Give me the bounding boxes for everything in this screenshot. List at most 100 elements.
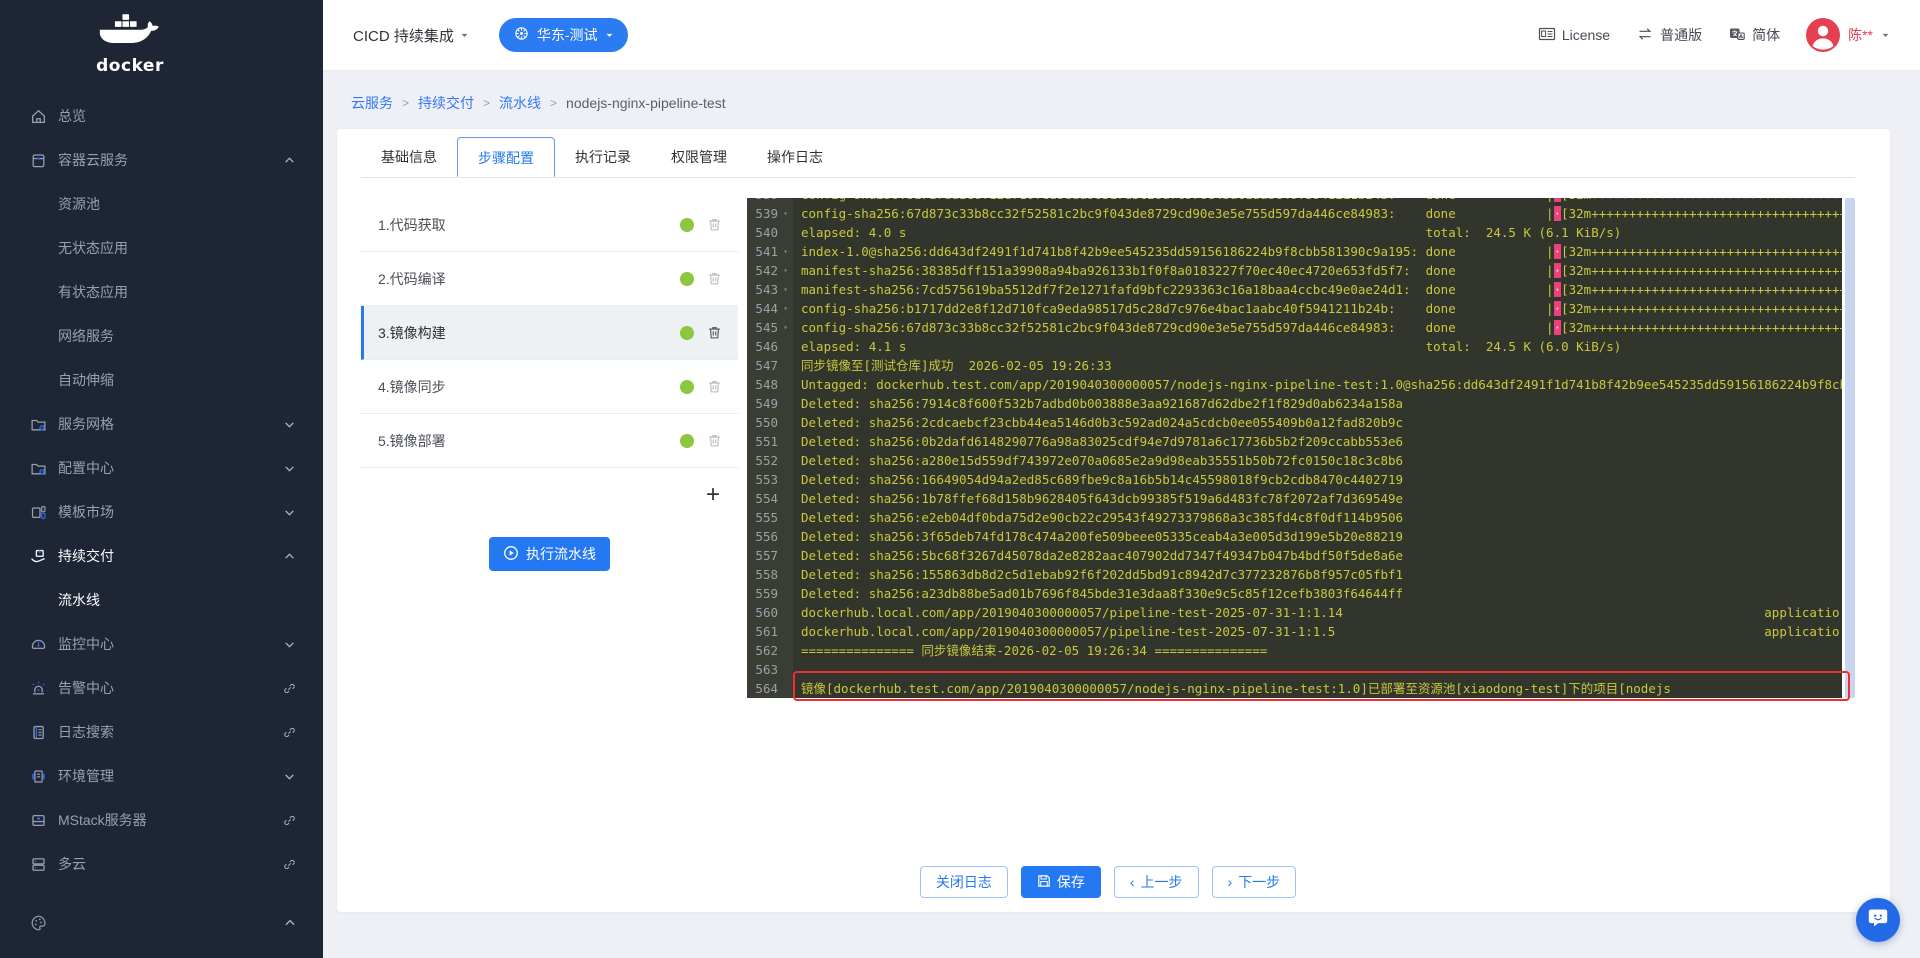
- delete-step-icon[interactable]: [707, 433, 722, 448]
- step-label: 2.代码编译: [378, 270, 446, 287]
- log-line-number: 553: [747, 470, 793, 489]
- log-line-number: 557: [747, 546, 793, 565]
- sidebar-item-环境管理[interactable]: 环境管理: [0, 754, 323, 798]
- sidebar-item-配置中心[interactable]: 配置中心: [0, 446, 323, 490]
- play-circle-icon: [503, 545, 519, 564]
- delete-step-icon[interactable]: [707, 379, 722, 394]
- sidebar-item-有状态应用[interactable]: 有状态应用: [0, 270, 323, 314]
- log-line-number: 540: [747, 223, 793, 242]
- user-menu[interactable]: 陈**: [1806, 18, 1890, 52]
- breadcrumb-item-流水线[interactable]: 流水线: [499, 93, 541, 113]
- sidebar-item-模板市场[interactable]: 模板市场: [0, 490, 323, 534]
- fold-caret-icon: ▾: [783, 247, 788, 256]
- tab-权限管理[interactable]: 权限管理: [651, 137, 747, 177]
- external-link-icon: [283, 813, 297, 827]
- cluster-name: 华东-测试: [536, 27, 598, 43]
- app-root: docker 总览 容器云服务 资源池 无状态应用 有状态应用 网络服务 自动伸缩 服务网格配…: [0, 0, 1920, 958]
- sidebar-item-label: 流水线: [58, 592, 100, 608]
- log-line-text: =============== 同步镜像结束-2026-02-05 19:26:…: [801, 643, 1268, 658]
- sidebar-item-监控中心[interactable]: 监控中心: [0, 622, 323, 666]
- log-terminal[interactable]: 538▾config-sha256:b1717dd2e8f12d710fca9e…: [747, 198, 1842, 698]
- license-card-icon: [1538, 25, 1556, 46]
- sidebar-item-资源池[interactable]: 资源池: [0, 182, 323, 226]
- sidebar-item-容器云服务[interactable]: 容器云服务: [0, 138, 323, 182]
- license-menu-item[interactable]: License: [1538, 25, 1610, 46]
- log-terminal-wrap: 538▾config-sha256:b1717dd2e8f12d710fca9e…: [747, 198, 1855, 701]
- step-config-panel: 1.代码获取 2.代码编译 3.镜像构建 4.镜像同步 5.镜像部署 + 执行流水线 5…: [361, 198, 1855, 701]
- add-step-button[interactable]: +: [706, 483, 720, 507]
- external-link-icon: [283, 681, 297, 695]
- external-link-icon: [283, 857, 297, 871]
- step-row-5.镜像部署[interactable]: 5.镜像部署: [361, 414, 738, 468]
- tab-bar: 基础信息 步骤配置 执行记录 权限管理 操作日志: [361, 137, 1855, 178]
- template-icon: [30, 504, 47, 521]
- sidebar-item-服务网格[interactable]: 服务网格: [0, 402, 323, 446]
- add-step-row: +: [361, 468, 738, 523]
- tab-基础信息[interactable]: 基础信息: [361, 137, 457, 177]
- close-log-button[interactable]: 关闭日志: [919, 866, 1008, 898]
- sidebar-item-持续交付[interactable]: 持续交付: [0, 534, 323, 578]
- user-avatar: [1806, 18, 1841, 52]
- chevron-down-icon: [605, 31, 614, 40]
- sidebar-item-无状态应用[interactable]: 无状态应用: [0, 226, 323, 270]
- sidebar-item-MStack服务器[interactable]: MStack服务器: [0, 798, 323, 842]
- step-label: 3.镜像构建: [378, 324, 446, 341]
- sidebar-item-网络服务[interactable]: 网络服务: [0, 314, 323, 358]
- breadcrumb-item-云服务[interactable]: 云服务: [351, 93, 393, 113]
- sidebar-item-label: 配置中心: [58, 460, 114, 476]
- sidebar-item-日志搜索[interactable]: 日志搜索: [0, 710, 323, 754]
- log-line-text: index-1.0@sha256:dd643df2491f1d741b8f42b…: [801, 244, 1842, 259]
- sidebar-collapse-icon[interactable]: [283, 916, 297, 935]
- sidebar-item-label: 告警中心: [58, 680, 114, 696]
- next-step-label: 下一步: [1238, 874, 1281, 890]
- theme-palette-icon[interactable]: [30, 914, 48, 937]
- sidebar-item-label: 多云: [58, 856, 86, 872]
- folder-gear-icon: [30, 460, 47, 477]
- step-row-2.代码编译[interactable]: 2.代码编译: [361, 252, 738, 306]
- ansi-escape-block: ·: [1553, 198, 1562, 202]
- step-row-4.镜像同步[interactable]: 4.镜像同步: [361, 360, 738, 414]
- product-menu-dropdown[interactable]: CICD 持续集成: [353, 25, 469, 46]
- cluster-selector-button[interactable]: 华东-测试: [498, 18, 628, 52]
- ansi-escape-block: ·: [1553, 301, 1562, 316]
- log-line-number: 562: [747, 641, 793, 660]
- sidebar-item-流水线[interactable]: 流水线: [0, 578, 323, 622]
- run-pipeline-button[interactable]: 执行流水线: [489, 537, 610, 571]
- language-switch-item[interactable]: 简体: [1728, 25, 1780, 46]
- monitor-icon: [30, 636, 47, 653]
- delete-step-icon[interactable]: [707, 325, 722, 340]
- status-dot-green: [680, 433, 694, 448]
- sidebar-item-总览[interactable]: 总览: [0, 94, 323, 138]
- delete-step-icon[interactable]: [707, 217, 722, 232]
- step-row-1.代码获取[interactable]: 1.代码获取: [361, 198, 738, 252]
- sidebar-item-多云[interactable]: 多云: [0, 842, 323, 886]
- chevron-right-icon: ›: [1227, 874, 1233, 890]
- log-line-number: 556: [747, 527, 793, 546]
- save-button[interactable]: 保存: [1020, 866, 1101, 898]
- username: 陈**: [1848, 27, 1873, 43]
- log-line-number: 542 ▾: [747, 261, 793, 280]
- step-row-3.镜像构建[interactable]: 3.镜像构建: [361, 306, 738, 360]
- swap-arrows-icon: [1636, 25, 1654, 46]
- breadcrumb-item-持续交付[interactable]: 持续交付: [418, 93, 474, 113]
- sidebar-item-告警中心[interactable]: 告警中心: [0, 666, 323, 710]
- sidebar-item-自动伸缩[interactable]: 自动伸缩: [0, 358, 323, 402]
- log-line-562: 562 =============== 同步镜像结束-2026-02-05 19:…: [747, 641, 1842, 660]
- delivery-icon: [30, 548, 47, 565]
- edition-switch-item[interactable]: 普通版: [1636, 25, 1702, 46]
- next-step-button[interactable]: › 下一步: [1211, 866, 1297, 898]
- log-line-text: config-sha256:67d873c33b8cc32f52581c2bc9…: [801, 206, 1842, 221]
- terminal-scrollbar[interactable]: [1845, 198, 1855, 698]
- breadcrumb-separator: >: [483, 96, 491, 110]
- tab-操作日志[interactable]: 操作日志: [747, 137, 843, 177]
- prev-step-button[interactable]: ‹ 上一步: [1113, 866, 1199, 898]
- language-label: 简体: [1752, 27, 1781, 43]
- tab-步骤配置[interactable]: 步骤配置: [457, 137, 555, 177]
- tab-执行记录[interactable]: 执行记录: [555, 137, 651, 177]
- status-dot-green: [680, 217, 694, 232]
- log-line-540: 540 elapsed: 4.0 s total: 24.5 K (6.1 KiB…: [747, 223, 1842, 242]
- sidebar-item-label: 网络服务: [58, 328, 114, 344]
- delete-step-icon[interactable]: [707, 271, 722, 286]
- feedback-chat-button[interactable]: [1856, 898, 1900, 942]
- log-line-text: Deleted: sha256:1b78ffef68d158b9628405f6…: [801, 491, 1404, 506]
